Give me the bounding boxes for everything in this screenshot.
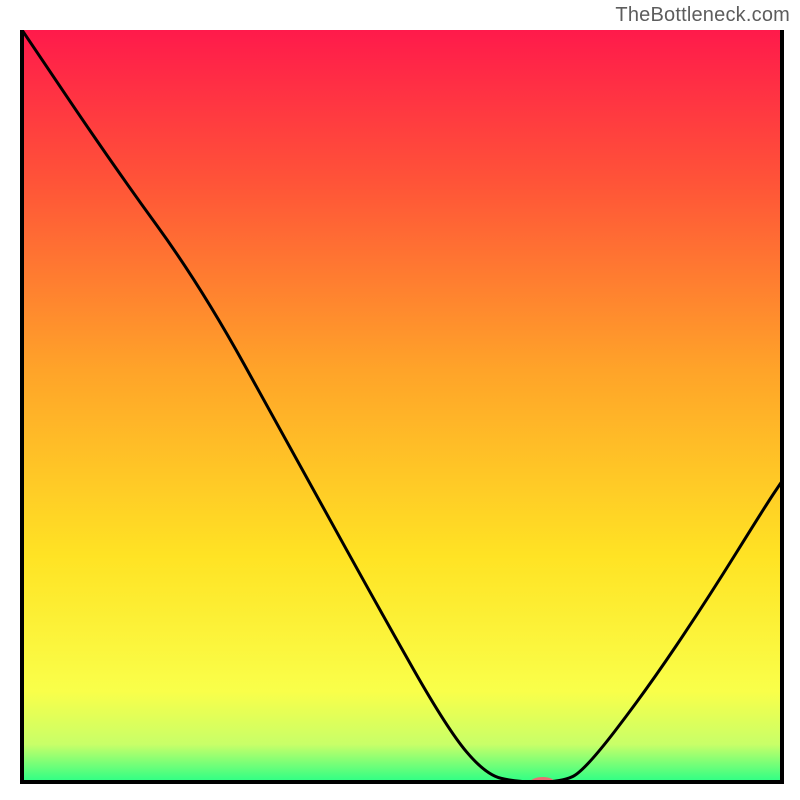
attribution-text: TheBottleneck.com — [615, 4, 790, 27]
chart-svg — [0, 0, 800, 800]
plot-background — [22, 30, 782, 782]
chart-container: TheBottleneck.com — [0, 0, 800, 800]
